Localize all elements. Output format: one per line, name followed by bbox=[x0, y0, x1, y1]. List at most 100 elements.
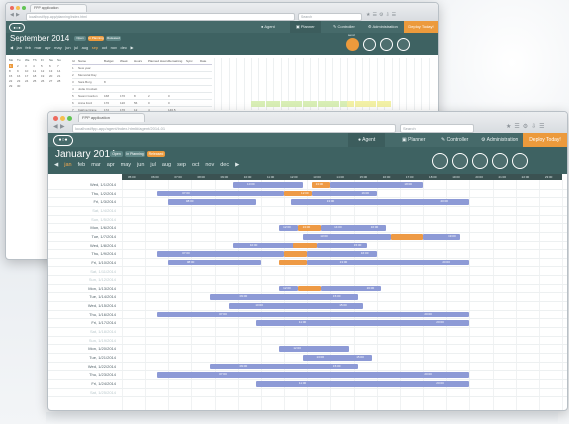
table-row[interactable]: 5 Naomi Gordon 168 176 8 2 0 bbox=[72, 93, 212, 100]
month-feb[interactable]: feb bbox=[78, 162, 86, 168]
minical-day[interactable]: 22 bbox=[9, 79, 12, 83]
month-may[interactable]: may bbox=[121, 162, 131, 168]
minical-day[interactable]: 10 bbox=[25, 69, 28, 73]
break-block[interactable] bbox=[279, 259, 308, 266]
minical-day[interactable]: 2 bbox=[17, 64, 19, 68]
close-dot-icon[interactable] bbox=[53, 116, 58, 121]
minimize-dot-icon[interactable] bbox=[60, 116, 65, 121]
day-row[interactable]: Mon, 1/13/2014 12:00 16:00 bbox=[48, 285, 567, 294]
break-block[interactable]: 13:00 bbox=[311, 182, 331, 188]
nav-planner[interactable]: ▣ Planner bbox=[396, 133, 431, 147]
shift-block[interactable]: 11:00 20:00 bbox=[256, 320, 470, 327]
nav-planner[interactable]: ▣ Planner bbox=[290, 21, 321, 33]
month-oct[interactable]: oct bbox=[192, 162, 199, 168]
break-block[interactable] bbox=[284, 251, 308, 257]
month-dec[interactable]: dec bbox=[220, 162, 229, 168]
status-pill-open[interactable]: Open bbox=[74, 36, 86, 41]
shift-block[interactable]: 07:00 20:00 bbox=[156, 372, 470, 378]
next-month-icon[interactable]: ▶ bbox=[235, 162, 239, 168]
status-pill-released[interactable]: Released bbox=[106, 36, 121, 41]
column-header[interactable]: Hours bbox=[134, 59, 142, 63]
app-logo[interactable]: ●○● bbox=[9, 23, 25, 32]
minical-day[interactable]: 17 bbox=[25, 74, 28, 78]
shift-block[interactable]: 10:00 bbox=[233, 182, 303, 188]
minical-day[interactable]: 21 bbox=[57, 74, 60, 78]
column-header[interactable]: Name bbox=[78, 59, 86, 63]
status-pill-in-planning[interactable]: In Planning bbox=[88, 36, 104, 41]
table-row[interactable]: 2 Memorial Day bbox=[72, 72, 212, 79]
day-row[interactable]: Sun, 1/19/2014 bbox=[48, 337, 567, 346]
shift-block[interactable]: 18:00 bbox=[330, 182, 424, 188]
browser-tab[interactable]: FPP application bbox=[78, 113, 145, 122]
planned-day-cell[interactable] bbox=[317, 101, 325, 107]
planned-day-cell[interactable] bbox=[369, 101, 377, 107]
calendar-button-icon[interactable] bbox=[472, 153, 488, 169]
shift-block[interactable]: 08:00 bbox=[168, 259, 261, 266]
shift-block[interactable]: 13:00 20:00 bbox=[307, 259, 470, 266]
column-header[interactable]: Week bbox=[120, 59, 128, 63]
month-jul[interactable]: jul bbox=[74, 45, 78, 50]
minical-day[interactable]: 25 bbox=[33, 79, 36, 83]
month-jun[interactable]: jun bbox=[137, 162, 144, 168]
column-header[interactable]: Date bbox=[200, 59, 206, 63]
minical-day[interactable]: 12 bbox=[41, 69, 44, 73]
day-row[interactable]: Tue, 1/21/2014 13:00 15:00 bbox=[48, 354, 567, 363]
minical-day[interactable]: 26 bbox=[41, 79, 44, 83]
send-button-icon[interactable] bbox=[346, 38, 359, 51]
shift-block[interactable]: 15:00 bbox=[316, 242, 368, 249]
shift-block[interactable]: 13:00 20:00 bbox=[291, 199, 470, 205]
refresh-icon[interactable] bbox=[380, 38, 393, 51]
day-row[interactable]: Thu, 1/2/2014 07:00 12:00 16:00 bbox=[48, 190, 567, 199]
table-row[interactable]: 6 Anna Ford 176 120 56 0 0 bbox=[72, 100, 212, 107]
planned-day-cell[interactable] bbox=[362, 101, 369, 107]
day-row[interactable]: Mon, 1/6/2014 12:00 13:00 14:00 16:00 bbox=[48, 224, 567, 233]
table-row[interactable]: 4 Jodie Crockett bbox=[72, 86, 212, 93]
day-row[interactable]: Fri, 1/17/2014 11:00 20:00 bbox=[48, 319, 567, 329]
month-mar[interactable]: mar bbox=[91, 162, 100, 168]
planned-day-cell[interactable] bbox=[273, 101, 281, 107]
planned-day-cell[interactable] bbox=[384, 101, 392, 107]
app-logo[interactable]: ●○● bbox=[53, 135, 73, 146]
shift-block[interactable]: 13:00 bbox=[302, 233, 391, 240]
minical-day[interactable]: 19 bbox=[41, 74, 44, 78]
month-aug[interactable]: aug bbox=[162, 162, 171, 168]
month-jun[interactable]: jun bbox=[65, 45, 70, 50]
break-block[interactable]: 12:00 bbox=[284, 190, 312, 197]
minical-day[interactable]: 9 bbox=[17, 69, 19, 73]
toolbar-icons[interactable]: ★☰⚙⇩☰ bbox=[506, 123, 548, 130]
month-sep[interactable]: sep bbox=[92, 45, 98, 50]
column-header[interactable]: Remaining bbox=[168, 59, 182, 63]
planned-day-cell[interactable] bbox=[376, 101, 384, 107]
day-row[interactable]: Sat, 1/4/2014 bbox=[48, 207, 567, 216]
nav-agent[interactable]: ● Agent bbox=[256, 21, 280, 33]
shift-block[interactable]: 08:00 bbox=[168, 199, 257, 205]
deploy-today-button[interactable]: Deploy Today! bbox=[404, 21, 438, 33]
minical-day[interactable]: 5 bbox=[41, 64, 43, 68]
search-icon[interactable] bbox=[363, 38, 376, 51]
planned-day-cell[interactable] bbox=[258, 101, 266, 107]
day-row[interactable]: Fri, 1/24/2014 11:00 20:00 bbox=[48, 380, 567, 389]
prev-month-icon[interactable]: ◀ bbox=[54, 162, 58, 168]
shift-block[interactable]: 11:00 20:00 bbox=[256, 380, 470, 387]
day-row[interactable]: Thu, 1/23/2014 07:00 20:00 bbox=[48, 371, 567, 380]
minical-day[interactable]: 28 bbox=[57, 79, 60, 83]
break-block[interactable] bbox=[390, 233, 424, 240]
nav-controller[interactable]: ✎ Controller bbox=[436, 133, 473, 147]
month-sep[interactable]: sep bbox=[177, 162, 186, 168]
minimize-dot-icon[interactable] bbox=[16, 6, 20, 10]
break-block[interactable] bbox=[298, 285, 322, 292]
day-row[interactable]: Sun, 1/12/2014 bbox=[48, 276, 567, 285]
minical-day[interactable]: 3 bbox=[25, 64, 27, 68]
minical-day[interactable]: 29 bbox=[9, 84, 12, 88]
deploy-today-button[interactable]: Deploy Today! bbox=[523, 133, 567, 147]
planned-day-cell[interactable] bbox=[347, 101, 355, 107]
day-row[interactable]: Sat, 1/18/2014 bbox=[48, 328, 567, 337]
month-nov[interactable]: nov bbox=[111, 45, 117, 50]
shift-block[interactable]: 09:00 15:00 bbox=[210, 294, 359, 301]
day-row[interactable]: Thu, 1/9/2014 07:00 16:00 bbox=[48, 250, 567, 259]
month-aug[interactable]: aug bbox=[82, 45, 89, 50]
shift-block[interactable]: 16:00 bbox=[307, 251, 377, 257]
day-row[interactable]: Wed, 1/15/2014 10:00 15:00 bbox=[48, 302, 567, 311]
prev-month-icon[interactable]: ◀ bbox=[10, 45, 13, 50]
month-feb[interactable]: feb bbox=[25, 45, 31, 50]
